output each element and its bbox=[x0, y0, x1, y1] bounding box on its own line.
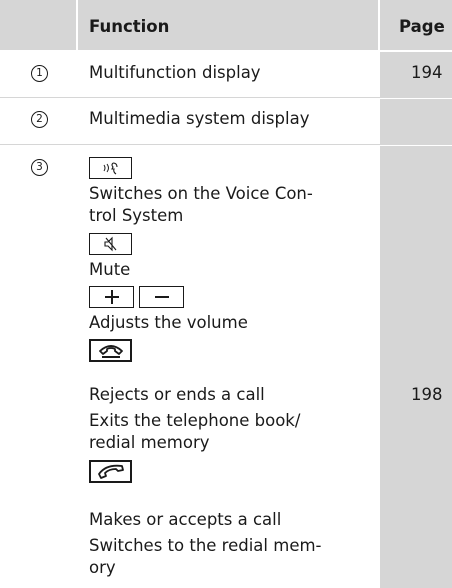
mute-line: Mute bbox=[89, 260, 131, 279]
redial-line-2: ory bbox=[89, 558, 116, 577]
voice-control-icon bbox=[103, 162, 118, 175]
exit-line-1: Exits the telephone book/ bbox=[89, 411, 301, 430]
volume-up-key bbox=[89, 286, 134, 308]
row3-page-cell bbox=[380, 146, 452, 588]
volume-down-key bbox=[139, 286, 184, 308]
row2-function: Multimedia system display bbox=[89, 109, 310, 128]
header-num-cell bbox=[0, 0, 76, 50]
row1-number: 1 bbox=[31, 65, 48, 82]
plus-icon bbox=[104, 290, 119, 304]
header-page: Page bbox=[399, 17, 445, 36]
mute-icon bbox=[103, 236, 116, 252]
volume-line: Adjusts the volume bbox=[89, 313, 248, 332]
row3-page: 198 bbox=[411, 385, 443, 404]
exit-line-2: redial memory bbox=[89, 433, 210, 452]
end-call-key bbox=[89, 339, 132, 362]
voice-line-1: Switches on the Voice Con- bbox=[89, 184, 313, 203]
row2-page-cell bbox=[380, 99, 452, 144]
row2-number: 2 bbox=[31, 111, 48, 128]
row1-page: 194 bbox=[411, 63, 443, 82]
phone-accept-icon bbox=[97, 464, 124, 479]
minus-icon bbox=[154, 296, 169, 298]
row3-number: 3 bbox=[31, 159, 48, 176]
function-table: Function Page 1 Multifunction display 19… bbox=[0, 0, 452, 588]
redial-line-1: Switches to the redial mem- bbox=[89, 536, 322, 555]
hang-up-icon bbox=[98, 344, 123, 358]
accept-call-key bbox=[89, 460, 132, 483]
reject-line: Rejects or ends a call bbox=[89, 385, 265, 404]
mute-key bbox=[89, 233, 132, 255]
header-function: Function bbox=[89, 17, 170, 36]
voice-control-key bbox=[89, 157, 132, 179]
voice-line-2: trol System bbox=[89, 206, 184, 225]
accept-line: Makes or accepts a call bbox=[89, 510, 282, 529]
row1-function: Multifunction display bbox=[89, 63, 261, 82]
